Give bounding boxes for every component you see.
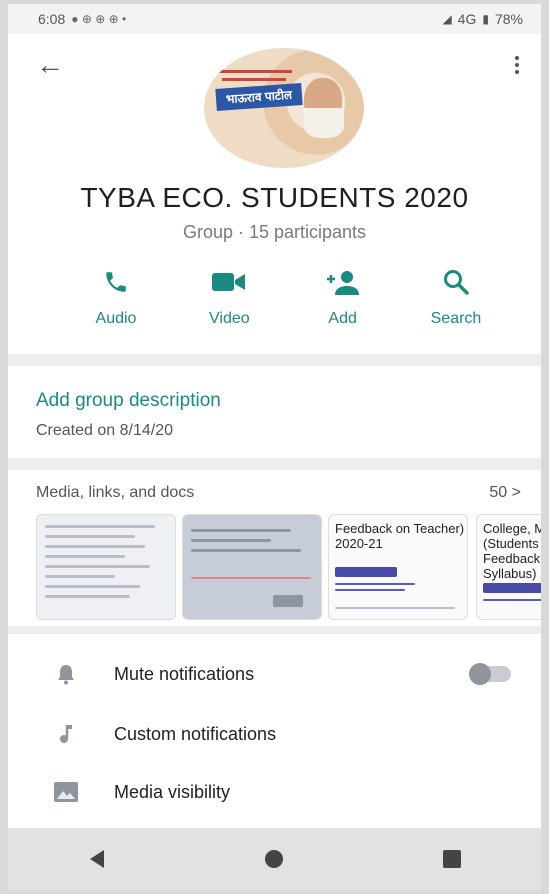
- add-participant-button[interactable]: Add: [293, 266, 393, 328]
- document-button: [335, 567, 397, 577]
- action-row: Audio Video Add Search: [66, 266, 506, 328]
- add-label: Add: [328, 310, 357, 327]
- system-nav-bar: [8, 828, 541, 890]
- video-call-button[interactable]: Video: [179, 266, 279, 328]
- section-divider: [8, 458, 541, 470]
- status-time: 6:08: [38, 11, 66, 27]
- back-arrow-icon[interactable]: ←: [36, 51, 66, 82]
- nav-back-icon[interactable]: [77, 839, 117, 879]
- media-thumbnail[interactable]: [36, 514, 176, 620]
- network-type: 4G: [457, 11, 477, 27]
- document-title: College, M (Students Feedback Syllabus) …: [483, 521, 541, 581]
- bell-icon: [54, 662, 78, 686]
- search-button[interactable]: Search: [406, 266, 506, 328]
- section-divider: [8, 626, 541, 634]
- status-right: ◢ 4G ▮ 78%: [442, 11, 523, 27]
- add-person-icon: [293, 266, 393, 298]
- custom-notifications-row[interactable]: Custom notifications: [8, 706, 541, 762]
- status-left: 6:08 ● ⊕ ⊕ ⊕ •: [38, 11, 126, 27]
- battery-level: 78%: [494, 11, 523, 27]
- document-thumbnail[interactable]: Feedback on Teacher) 2020-21: [328, 514, 468, 620]
- video-label: Video: [209, 310, 250, 327]
- created-date: Created on 8/14/20: [36, 422, 173, 439]
- music-note-icon: [54, 722, 78, 746]
- audio-call-button[interactable]: Audio: [66, 266, 166, 328]
- battery-icon: ▮: [482, 12, 489, 26]
- search-icon: [406, 266, 506, 298]
- notification-icons: ● ⊕ ⊕ ⊕ •: [71, 12, 127, 26]
- avatar-line: [222, 78, 286, 81]
- avatar-beard: [304, 108, 344, 138]
- media-thumbnail[interactable]: [182, 514, 322, 620]
- image-icon: [54, 780, 78, 804]
- signal-icon: ◢: [442, 12, 452, 26]
- document-thumbnail[interactable]: College, M (Students Feedback Syllabus) …: [476, 514, 541, 620]
- mute-toggle[interactable]: [469, 663, 511, 685]
- group-name: TYBA ECO. STUDENTS 2020: [80, 182, 469, 213]
- avatar-line: [218, 70, 292, 73]
- media-thumbnails: Feedback on Teacher) 2020-21 College, M …: [36, 514, 541, 624]
- avatar-banner: भाऊराव पाटील: [215, 83, 303, 111]
- media-visibility-row[interactable]: Media visibility: [8, 764, 541, 820]
- phone-icon: [66, 266, 166, 298]
- video-icon: [179, 266, 279, 298]
- section-divider: [8, 354, 541, 366]
- nav-home-icon[interactable]: [254, 839, 294, 879]
- more-options-icon[interactable]: [507, 56, 527, 84]
- status-bar: 6:08 ● ⊕ ⊕ ⊕ • ◢ 4G ▮ 78%: [8, 4, 541, 34]
- audio-label: Audio: [95, 310, 137, 327]
- document-button: [483, 583, 541, 593]
- search-label: Search: [430, 310, 482, 327]
- setting-label: Media visibility: [114, 781, 231, 802]
- setting-label: Custom notifications: [114, 723, 277, 744]
- nav-recents-icon[interactable]: [432, 839, 472, 879]
- phone-screen: 6:08 ● ⊕ ⊕ ⊕ • ◢ 4G ▮ 78% ← भाऊराव पाटील…: [8, 4, 541, 890]
- media-count-link[interactable]: 50 >: [489, 484, 521, 502]
- document-title: Feedback on Teacher) 2020-21: [335, 521, 465, 551]
- setting-label: Mute notifications: [114, 663, 255, 684]
- mute-notifications-row[interactable]: Mute notifications: [8, 646, 541, 702]
- group-meta: Group · 15 participants: [182, 222, 367, 242]
- media-section-title: Media, links, and docs: [36, 484, 195, 501]
- group-avatar[interactable]: भाऊराव पाटील: [204, 48, 364, 168]
- add-description-link[interactable]: Add group description: [36, 390, 221, 412]
